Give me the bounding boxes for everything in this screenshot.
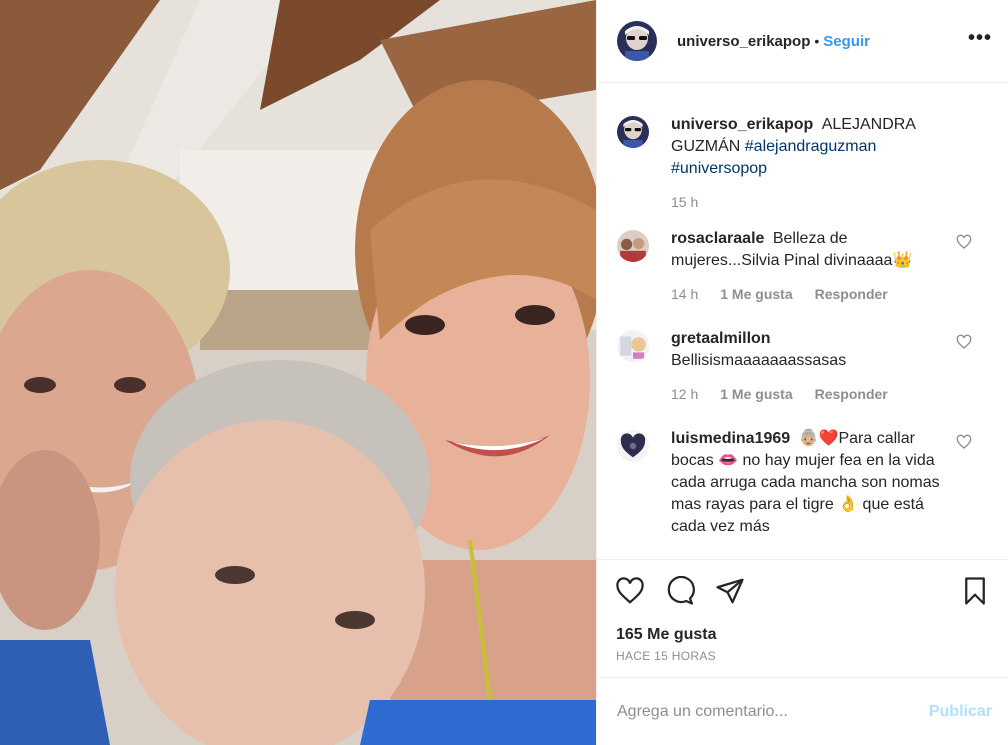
separator-dot: • (814, 33, 820, 49)
author-username-link[interactable]: universo_erikapop (677, 33, 810, 50)
comment-text: gretaalmillon Bellisismaaaaaaassasas (671, 328, 949, 372)
comment-item: gretaalmillon Bellisismaaaaaaassasas 12 … (617, 328, 992, 402)
commenter-avatar[interactable] (617, 330, 649, 362)
like-comment-heart-icon[interactable] (956, 434, 972, 450)
commenter-avatar[interactable] (617, 230, 649, 262)
caption-time[interactable]: 15 h (671, 194, 698, 210)
follow-button[interactable]: Seguir (823, 33, 870, 50)
post-timestamp[interactable]: HACE 15 HORAS (616, 649, 716, 663)
post-photo[interactable] (0, 0, 596, 745)
share-paper-plane-icon[interactable] (713, 574, 747, 608)
comment-likes[interactable]: 1 Me gusta (720, 386, 792, 402)
comment-bubble-icon[interactable] (663, 574, 697, 608)
comment-time[interactable]: 12 h (671, 386, 698, 402)
like-heart-icon[interactable] (613, 574, 647, 608)
comment-meta: 12 h 1 Me gusta Responder (671, 386, 949, 402)
reply-button[interactable]: Responder (815, 386, 888, 402)
comment-text: luismedina1969 👵🏼❤️Para callar bocas 👄 n… (671, 428, 949, 538)
comment-item: luismedina1969 👵🏼❤️Para callar bocas 👄 n… (617, 428, 992, 538)
comment-likes[interactable]: 1 Me gusta (720, 286, 792, 302)
more-options-icon[interactable]: ••• (968, 28, 992, 54)
caption: universo_erikapop ALEJANDRA GUZMÁN #alej… (617, 114, 992, 210)
post-side-panel: universo_erikapop • Seguir ••• universo_… (596, 0, 1008, 745)
comment-item: rosaclaraale Belleza de mujeres...Silvia… (617, 228, 992, 302)
comments-list[interactable]: universo_erikapop ALEJANDRA GUZMÁN #alej… (597, 84, 1008, 558)
comment-username-link[interactable]: rosaclaraale (671, 230, 769, 247)
post-actions: 165 Me gusta (597, 559, 1008, 644)
author-avatar[interactable] (617, 21, 657, 61)
add-comment-bar: Publicar (597, 677, 1008, 745)
comment-body: Bellisismaaaaaaassasas (671, 352, 847, 369)
comment-username-link[interactable]: gretaalmillon (671, 330, 771, 347)
reply-button[interactable]: Responder (815, 286, 888, 302)
post-header: universo_erikapop • Seguir ••• (597, 0, 1008, 83)
save-bookmark-icon[interactable] (958, 574, 992, 608)
caption-meta: 15 h (671, 194, 949, 210)
post-photo-image (0, 0, 596, 745)
comment-meta: 14 h 1 Me gusta Responder (671, 286, 949, 302)
like-comment-heart-icon[interactable] (956, 234, 972, 250)
hashtag-link[interactable]: #alejandraguzman (745, 138, 877, 155)
comment-time[interactable]: 14 h (671, 286, 698, 302)
publish-button[interactable]: Publicar (929, 703, 992, 721)
comment-username-link[interactable]: luismedina1969 (671, 430, 795, 447)
caption-author-avatar[interactable] (617, 116, 649, 148)
comment-input[interactable] (617, 702, 929, 721)
hashtag-link[interactable]: #universopop (671, 160, 767, 177)
caption-username-link[interactable]: universo_erikapop (671, 116, 818, 133)
caption-text: universo_erikapop ALEJANDRA GUZMÁN #alej… (671, 114, 949, 180)
like-comment-heart-icon[interactable] (956, 334, 972, 350)
commenter-avatar[interactable] (617, 430, 649, 462)
action-icons (613, 574, 992, 608)
likes-count[interactable]: 165 Me gusta (616, 626, 992, 644)
comment-text: rosaclaraale Belleza de mujeres...Silvia… (671, 228, 949, 272)
